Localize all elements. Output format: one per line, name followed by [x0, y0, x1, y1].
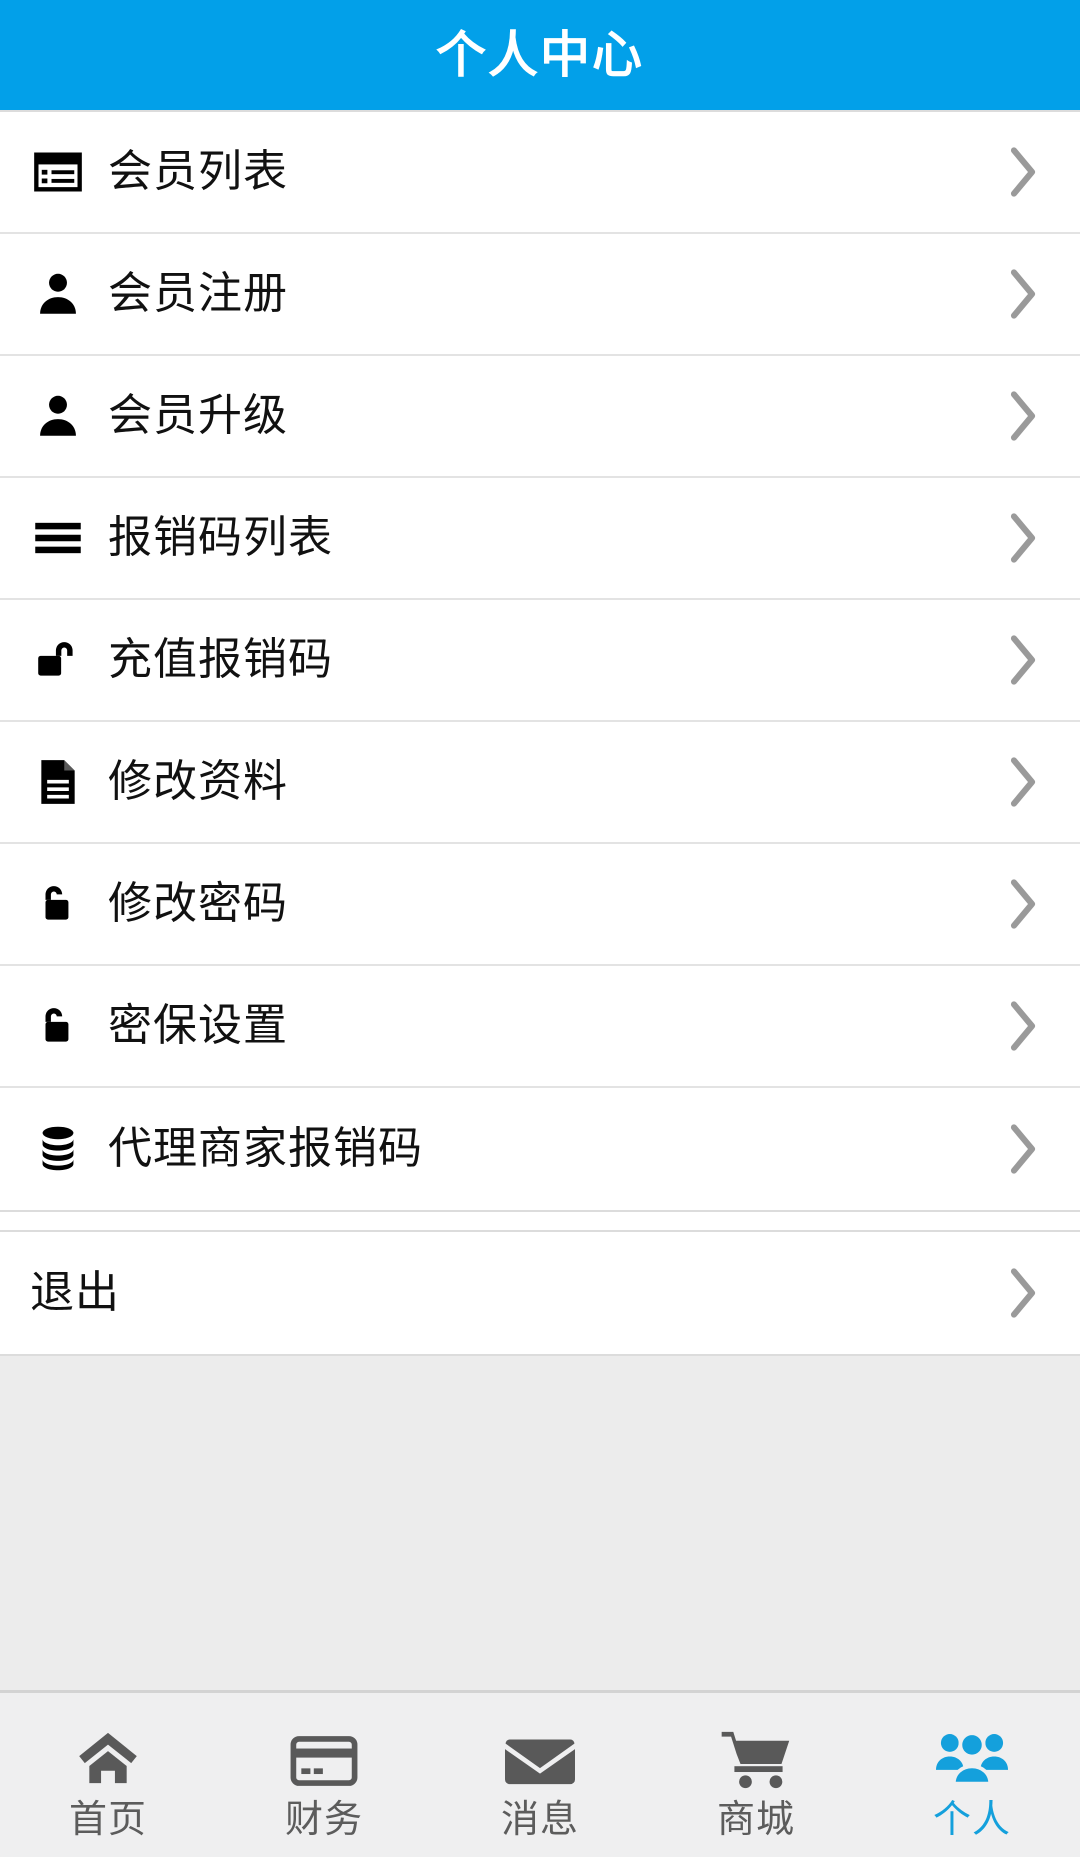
menu-row-label: 修改资料 [108, 756, 288, 807]
menu-row-label: 报销码列表 [108, 512, 333, 563]
menu-row[interactable]: 代理商家报销码 [0, 1088, 1080, 1210]
page-filler [0, 1356, 1080, 1690]
page-title: 个人中心 [436, 26, 644, 84]
person-icon [30, 388, 86, 444]
chevron-right-icon [1006, 145, 1040, 199]
menu-list: 会员列表会员注册会员升级报销码列表充值报销码修改资料修改密码密保设置代理商家报销… [0, 110, 1080, 1212]
menu-scroll-area[interactable]: 会员列表会员注册会员升级报销码列表充值报销码修改资料修改密码密保设置代理商家报销… [0, 110, 1080, 1690]
tab-people-group[interactable]: 个人 [864, 1693, 1080, 1857]
unlock-left-icon [30, 998, 86, 1054]
menu-row-label: 会员注册 [108, 268, 288, 319]
menu-row[interactable]: 会员注册 [0, 234, 1080, 356]
chevron-right-icon [1006, 511, 1040, 565]
tab-home[interactable]: 首页 [0, 1693, 216, 1857]
tab-credit-card[interactable]: 财务 [216, 1693, 432, 1857]
tab-label: 财务 [284, 1797, 363, 1841]
menu-row-label: 充值报销码 [108, 634, 333, 685]
menu-row-label: 代理商家报销码 [108, 1123, 423, 1174]
chevron-right-icon [1006, 1266, 1040, 1320]
menu-row-label: 修改密码 [108, 878, 288, 929]
chevron-right-icon [1006, 877, 1040, 931]
people-group-icon [935, 1718, 1009, 1790]
tab-label: 个人 [932, 1797, 1011, 1841]
tab-label: 商城 [716, 1797, 795, 1841]
menu-row[interactable]: 会员列表 [0, 112, 1080, 234]
logout-list: 退出 [0, 1230, 1080, 1356]
hamburger-list-icon [30, 510, 86, 566]
tab-label: 消息 [500, 1797, 579, 1841]
tab-cart[interactable]: 商城 [648, 1693, 864, 1857]
database-icon [30, 1121, 86, 1177]
menu-row[interactable]: 密保设置 [0, 966, 1080, 1088]
cart-icon [719, 1718, 793, 1790]
chevron-right-icon [1006, 633, 1040, 687]
tab-label: 首页 [68, 1797, 147, 1841]
list-card-icon [30, 144, 86, 200]
person-icon [30, 266, 86, 322]
menu-row[interactable]: 修改资料 [0, 722, 1080, 844]
menu-row[interactable]: 报销码列表 [0, 478, 1080, 600]
menu-row[interactable]: 充值报销码 [0, 600, 1080, 722]
chevron-right-icon [1006, 999, 1040, 1053]
menu-row-label: 会员升级 [108, 390, 288, 441]
tab-envelope[interactable]: 消息 [432, 1693, 648, 1857]
chevron-right-icon [1006, 755, 1040, 809]
chevron-right-icon [1006, 267, 1040, 321]
menu-row[interactable]: 修改密码 [0, 844, 1080, 966]
app-header: 个人中心 [0, 0, 1080, 110]
logout-row[interactable]: 退出 [0, 1232, 1080, 1354]
chevron-right-icon [1006, 1122, 1040, 1176]
menu-row-label: 密保设置 [108, 1000, 288, 1051]
home-icon [71, 1718, 145, 1790]
menu-row[interactable]: 会员升级 [0, 356, 1080, 478]
app-screen: 个人中心 会员列表会员注册会员升级报销码列表充值报销码修改资料修改密码密保设置代… [0, 0, 1080, 1857]
list-section-gap [0, 1212, 1080, 1230]
envelope-icon [503, 1718, 577, 1790]
document-icon [30, 754, 86, 810]
unlock-right-icon [30, 632, 86, 688]
menu-row-label: 会员列表 [108, 146, 288, 197]
logout-label: 退出 [30, 1267, 120, 1318]
bottom-tab-bar: 首页 财务 消息 商城 个人 [0, 1690, 1080, 1857]
unlock-left-icon [30, 876, 86, 932]
credit-card-icon [287, 1718, 361, 1790]
chevron-right-icon [1006, 389, 1040, 443]
